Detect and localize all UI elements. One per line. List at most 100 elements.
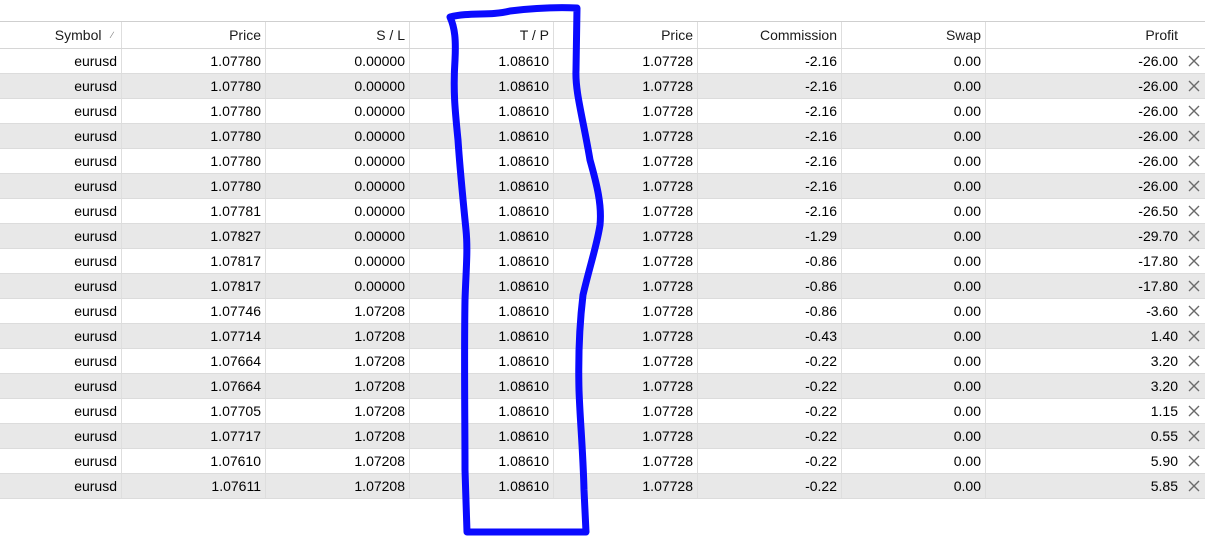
cell-current-price: 1.07728 <box>554 124 698 148</box>
cell-profit: -26.00 <box>1138 153 1178 169</box>
cell-commission: -2.16 <box>698 124 842 148</box>
cell-open-price: 1.07611 <box>122 474 266 498</box>
cell-commission: -0.22 <box>698 474 842 498</box>
cell-profit: 3.20 <box>1150 353 1178 369</box>
close-icon[interactable] <box>1186 278 1202 294</box>
column-header-swap[interactable]: Swap <box>842 22 986 48</box>
cell-open-price: 1.07780 <box>122 74 266 98</box>
cell-current-price: 1.07728 <box>554 299 698 323</box>
cell-take-profit: 1.08610 <box>410 424 554 448</box>
cell-symbol: eurusd <box>0 174 122 198</box>
close-icon[interactable] <box>1186 378 1202 394</box>
table-row[interactable]: eurusd 1.07817 0.00000 1.08610 1.07728 -0.86 0… <box>0 274 1205 299</box>
cell-swap: 0.00 <box>842 474 986 498</box>
cell-take-profit: 1.08610 <box>410 124 554 148</box>
column-header-profit[interactable]: Profit <box>986 22 1182 48</box>
cell-commission: -0.22 <box>698 399 842 423</box>
cell-stop-loss: 0.00000 <box>266 174 410 198</box>
column-header-take-profit[interactable]: T / P <box>410 22 554 48</box>
cell-swap: 0.00 <box>842 399 986 423</box>
cell-profit: -26.00 <box>1138 53 1178 69</box>
cell-swap: 0.00 <box>842 174 986 198</box>
cell-profit: 1.40 <box>1150 328 1178 344</box>
cell-take-profit: 1.08610 <box>410 49 554 73</box>
table-row[interactable]: eurusd 1.07717 1.07208 1.08610 1.07728 -0.22 0… <box>0 424 1205 449</box>
close-icon[interactable] <box>1186 78 1202 94</box>
close-icon[interactable] <box>1186 328 1202 344</box>
cell-open-price: 1.07717 <box>122 424 266 448</box>
cell-symbol: eurusd <box>0 399 122 423</box>
table-row[interactable]: eurusd 1.07781 0.00000 1.08610 1.07728 -2.16 0… <box>0 199 1205 224</box>
close-icon[interactable] <box>1186 53 1202 69</box>
column-header-commission[interactable]: Commission <box>698 22 842 48</box>
column-header-symbol[interactable]: Symbol ∕ <box>0 22 122 48</box>
table-row[interactable]: eurusd 1.07611 1.07208 1.08610 1.07728 -0.22 0… <box>0 474 1205 499</box>
table-row[interactable]: eurusd 1.07664 1.07208 1.08610 1.07728 -0.22 0… <box>0 349 1205 374</box>
cell-stop-loss: 1.07208 <box>266 424 410 448</box>
cell-symbol: eurusd <box>0 99 122 123</box>
cell-swap: 0.00 <box>842 199 986 223</box>
close-icon[interactable] <box>1186 228 1202 244</box>
table-row[interactable]: eurusd 1.07780 0.00000 1.08610 1.07728 -2.16 0… <box>0 49 1205 74</box>
close-icon[interactable] <box>1186 103 1202 119</box>
close-icon[interactable] <box>1186 478 1202 494</box>
cell-commission: -2.16 <box>698 74 842 98</box>
table-row[interactable]: eurusd 1.07780 0.00000 1.08610 1.07728 -2.16 0… <box>0 149 1205 174</box>
cell-swap: 0.00 <box>842 374 986 398</box>
column-header-label: Profit <box>1145 27 1178 43</box>
cell-symbol: eurusd <box>0 349 122 373</box>
table-row[interactable]: eurusd 1.07714 1.07208 1.08610 1.07728 -0.43 0… <box>0 324 1205 349</box>
column-header-label: T / P <box>519 27 549 43</box>
column-header-open-price[interactable]: Price <box>122 22 266 48</box>
cell-stop-loss: 1.07208 <box>266 349 410 373</box>
close-icon[interactable] <box>1186 153 1202 169</box>
cell-symbol: eurusd <box>0 424 122 448</box>
cell-profit: -26.00 <box>1138 103 1178 119</box>
cell-open-price: 1.07714 <box>122 324 266 348</box>
table-row[interactable]: eurusd 1.07780 0.00000 1.08610 1.07728 -2.16 0… <box>0 174 1205 199</box>
cell-open-price: 1.07780 <box>122 99 266 123</box>
table-row[interactable]: eurusd 1.07817 0.00000 1.08610 1.07728 -0.86 0… <box>0 249 1205 274</box>
close-icon[interactable] <box>1186 353 1202 369</box>
close-icon[interactable] <box>1186 403 1202 419</box>
cell-open-price: 1.07664 <box>122 374 266 398</box>
close-icon[interactable] <box>1186 428 1202 444</box>
cell-open-price: 1.07780 <box>122 149 266 173</box>
table-row[interactable]: eurusd 1.07780 0.00000 1.08610 1.07728 -2.16 0… <box>0 124 1205 149</box>
close-icon[interactable] <box>1186 178 1202 194</box>
column-header-label: Price <box>661 27 693 43</box>
close-icon[interactable] <box>1186 303 1202 319</box>
cell-commission: -2.16 <box>698 174 842 198</box>
cell-current-price: 1.07728 <box>554 174 698 198</box>
cell-stop-loss: 1.07208 <box>266 324 410 348</box>
table-header: Symbol ∕ Price S / L T / P Price Commiss… <box>0 22 1205 49</box>
table-row[interactable]: eurusd 1.07780 0.00000 1.08610 1.07728 -2.16 0… <box>0 99 1205 124</box>
table-row[interactable]: eurusd 1.07780 0.00000 1.08610 1.07728 -2.16 0… <box>0 74 1205 99</box>
cell-stop-loss: 0.00000 <box>266 74 410 98</box>
cell-current-price: 1.07728 <box>554 424 698 448</box>
cell-symbol: eurusd <box>0 324 122 348</box>
column-header-label: Swap <box>945 27 981 43</box>
table-row[interactable]: eurusd 1.07664 1.07208 1.08610 1.07728 -0.22 0… <box>0 374 1205 399</box>
cell-take-profit: 1.08610 <box>410 374 554 398</box>
close-icon[interactable] <box>1186 253 1202 269</box>
column-header-current-price[interactable]: Price <box>554 22 698 48</box>
cell-open-price: 1.07610 <box>122 449 266 473</box>
column-header-label: Commission <box>759 27 837 43</box>
table-row[interactable]: eurusd 1.07827 0.00000 1.08610 1.07728 -1.29 0… <box>0 224 1205 249</box>
cell-swap: 0.00 <box>842 224 986 248</box>
close-icon[interactable] <box>1186 203 1202 219</box>
close-icon[interactable] <box>1186 453 1202 469</box>
cell-commission: -0.86 <box>698 299 842 323</box>
table-row[interactable]: eurusd 1.07746 1.07208 1.08610 1.07728 -0.86 0… <box>0 299 1205 324</box>
cell-profit: -26.00 <box>1138 178 1178 194</box>
cell-take-profit: 1.08610 <box>410 299 554 323</box>
cell-take-profit: 1.08610 <box>410 149 554 173</box>
table-row[interactable]: eurusd 1.07705 1.07208 1.08610 1.07728 -0.22 0… <box>0 399 1205 424</box>
column-header-stop-loss[interactable]: S / L <box>266 22 410 48</box>
cell-take-profit: 1.08610 <box>410 449 554 473</box>
close-icon[interactable] <box>1186 128 1202 144</box>
cell-symbol: eurusd <box>0 149 122 173</box>
cell-take-profit: 1.08610 <box>410 74 554 98</box>
table-row[interactable]: eurusd 1.07610 1.07208 1.08610 1.07728 -0.22 0… <box>0 449 1205 474</box>
